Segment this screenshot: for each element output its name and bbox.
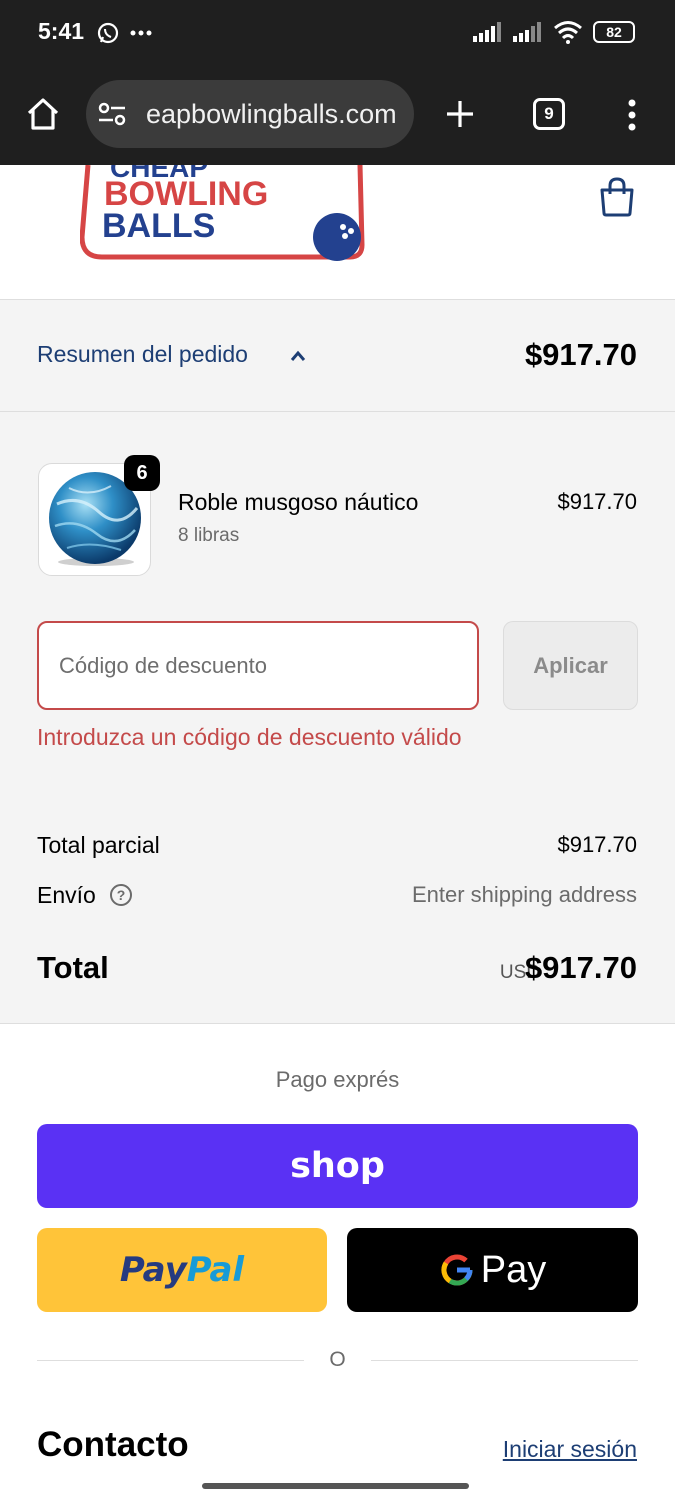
cart-bag-icon[interactable] (598, 177, 636, 217)
order-summary-panel: 6 Roble musgoso náutico 8 libras $917.70… (0, 412, 675, 1024)
help-icon[interactable]: ? (110, 884, 132, 906)
product-variant: 8 libras (178, 525, 240, 546)
apply-discount-button[interactable]: Aplicar (503, 621, 638, 710)
new-tab-icon[interactable] (444, 98, 476, 130)
more-notifications-icon (130, 30, 152, 36)
chevron-up-icon[interactable] (290, 350, 306, 362)
discount-code-input[interactable] (37, 621, 479, 710)
battery-indicator: 82 (593, 21, 635, 43)
product-price: $917.70 (557, 489, 637, 514)
paypal-label-pal: Pal (186, 1250, 245, 1290)
paypal-label-pay: Pay (119, 1250, 187, 1290)
home-indicator[interactable] (202, 1483, 469, 1489)
subtotal-value: $917.70 (557, 832, 637, 857)
signal-2-icon (513, 22, 541, 42)
order-summary-total: $917.70 (524, 337, 637, 372)
google-pay-button[interactable]: Pay (347, 1228, 638, 1312)
store-logo[interactable]: CHEAP BOWLING BALLS (80, 165, 365, 261)
divider-right (371, 1360, 638, 1361)
bowling-ball-icon (313, 213, 361, 261)
order-summary-label[interactable]: Resumen del pedido (37, 341, 248, 368)
site-header: CHEAP BOWLING BALLS (0, 165, 675, 300)
quantity-badge: 6 (124, 455, 160, 491)
shop-pay-button[interactable]: shop (37, 1124, 638, 1208)
menu-icon[interactable] (626, 98, 638, 132)
subtotal-label: Total parcial (37, 832, 160, 858)
google-g-icon (441, 1254, 473, 1286)
whatsapp-icon (97, 22, 119, 44)
address-bar[interactable]: eapbowlingballs.com (86, 80, 414, 148)
total-value: $917.70 (524, 950, 637, 985)
url-text: eapbowlingballs.com (146, 99, 397, 129)
site-settings-icon[interactable] (98, 101, 126, 127)
express-checkout-title: Pago exprés (275, 1067, 400, 1092)
total-label: Total (37, 950, 109, 985)
wifi-icon (554, 21, 582, 44)
google-pay-label: Pay (480, 1248, 547, 1291)
tab-switcher-button[interactable]: 9 (533, 98, 565, 130)
shipping-label: Envío (37, 882, 96, 908)
order-summary-toggle[interactable]: Resumen del pedido $917.70 (0, 300, 675, 412)
shipping-value: Enter shipping address (411, 882, 637, 907)
home-icon[interactable] (25, 96, 61, 132)
discount-error-message: Introduzca un código de descuento válido (37, 724, 462, 750)
signal-icon (473, 22, 501, 42)
status-time: 5:41 (38, 18, 85, 44)
product-name: Roble musgoso náutico (178, 489, 419, 515)
login-link[interactable]: Iniciar sesión (503, 1436, 637, 1463)
paypal-button[interactable]: PayPal (37, 1228, 327, 1312)
browser-chrome: 5:41 82 eapbowlingballs.com 9 (0, 0, 675, 165)
status-icons: 82 (473, 20, 635, 44)
logo-line-3: BALLS (102, 207, 215, 245)
contact-heading: Contacto (37, 1425, 189, 1464)
